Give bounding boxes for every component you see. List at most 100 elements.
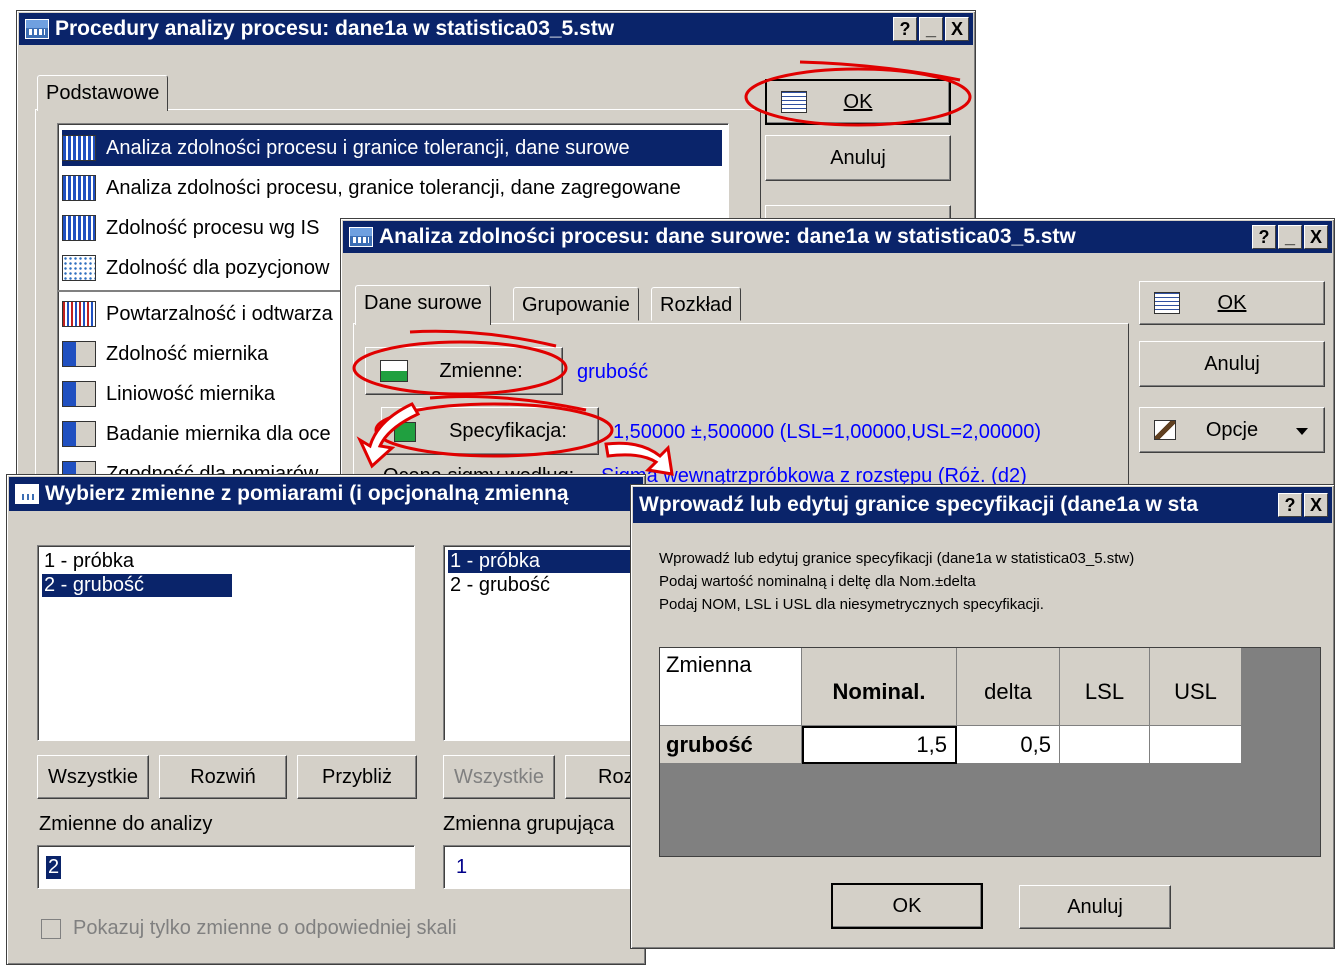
measurements-list[interactable]: 1 - próbka 2 - grubość [37, 545, 415, 741]
checkbox-label: Pokazuj tylko zmienne o odpowiedniej ska… [73, 917, 457, 939]
list-item[interactable]: 1 - próbka [448, 550, 645, 573]
procedures-titlebar[interactable]: Procedury analizy procesu: dane1a w stat… [19, 13, 973, 45]
raw-analysis-title: Analiza zdolności procesu: dane surowe: … [379, 225, 1076, 248]
grouping-variable-input[interactable]: 1 [443, 845, 645, 889]
list-item-label: Zdolność procesu wg IS [106, 216, 320, 239]
gauge-icon [62, 421, 96, 447]
specification-button-label: Specyfikacja: [449, 419, 567, 442]
nominal-input[interactable]: 1,5 [802, 726, 957, 764]
raw-ok-button[interactable]: OK [1139, 281, 1325, 325]
options-label: Opcje [1205, 418, 1259, 441]
lsl-input[interactable] [1060, 726, 1150, 764]
variables-button-label: Zmienne: [439, 359, 523, 382]
grouping-variable-value: 1 [456, 856, 468, 878]
tab-dane-surowe[interactable]: Dane surowe [355, 285, 491, 325]
list-item[interactable]: 2 - grubość [448, 574, 552, 597]
select-variables-titlebar[interactable]: Wybierz zmienne z pomiarami (i opcjonaln… [9, 477, 643, 511]
info-line-1: Wprowadź lub edytuj granice specyfikacji… [659, 550, 1135, 567]
specification-icon [394, 422, 416, 442]
select-variables-title: Wybierz zmienne z pomiarami (i opcjonaln… [45, 482, 569, 505]
header-nominal: Nominal. [802, 648, 957, 726]
procedures-ok-button[interactable]: OK [765, 79, 951, 125]
hammer-icon [1154, 420, 1176, 440]
ok-label: OK [843, 90, 873, 113]
list-item-label: Analiza zdolności procesu, granice toler… [106, 176, 681, 199]
variables-icon [380, 360, 408, 382]
select-variables-window: Wybierz zmienne z pomiarami (i opcjonaln… [6, 474, 646, 965]
list-item-label: Powtarzalność i odtwarza [106, 302, 333, 325]
list-item-label: Badanie miernika dla oce [106, 422, 331, 445]
histogram-icon [62, 215, 96, 241]
app-icon [349, 227, 373, 247]
ok-label: OK [1217, 291, 1247, 314]
gauge-icon [62, 381, 96, 407]
chevron-down-icon [1296, 428, 1308, 435]
tab-rozklad[interactable]: Rozkład [651, 287, 742, 321]
ok-icon [1154, 292, 1180, 314]
tab-podstawowe[interactable]: Podstawowe [37, 75, 169, 111]
procedures-cancel-button[interactable]: Anuluj [765, 135, 951, 181]
close-button[interactable]: X [1304, 493, 1328, 517]
list-item-label: Zdolność dla pozycjonow [106, 256, 330, 279]
header-variable: Zmienna [660, 648, 802, 726]
spec-limits-title: Wprowadź lub edytuj granice specyfikacji… [639, 493, 1198, 516]
header-lsl: LSL [1060, 648, 1150, 726]
list-item[interactable]: Analiza zdolności procesu i granice tole… [62, 130, 722, 166]
histogram-icon [62, 175, 96, 201]
specification-button[interactable]: Specyfikacja: [381, 407, 599, 455]
list-item-label: Analiza zdolności procesu i granice tole… [106, 136, 630, 159]
spec-grid: Zmienna Nominal. delta LSL USL grubość 1… [659, 647, 1321, 857]
zoom-button[interactable]: Przybliż [297, 755, 417, 799]
help-button[interactable]: ? [1252, 225, 1276, 249]
select-all-button[interactable]: Wszystkie [37, 755, 149, 799]
grouping-list[interactable]: 1 - próbka 2 - grubość [443, 545, 645, 741]
minimize-button[interactable]: _ [919, 17, 943, 41]
analysis-variables-value: 2 [46, 856, 62, 879]
ok-icon [781, 91, 807, 113]
raw-cancel-button[interactable]: Anuluj [1139, 341, 1325, 387]
expand-button[interactable]: Rozwiń [159, 755, 287, 799]
select-all-button-2: Wszystkie [443, 755, 555, 799]
help-button[interactable]: ? [893, 17, 917, 41]
spec-cancel-button[interactable]: Anuluj [1019, 885, 1171, 929]
specification-value[interactable]: 1,50000 ±,500000 (LSL=1,00000,USL=2,0000… [613, 421, 1041, 444]
sigma-value[interactable]: Sigma wewnątrzpróbkowa z rozstępu (Róż. … [601, 465, 1027, 485]
list-item[interactable]: 2 - grubość [42, 574, 232, 597]
app-icon [15, 484, 39, 504]
header-usl: USL [1150, 648, 1242, 726]
raw-analysis-window: Analiza zdolności procesu: dane surowe: … [340, 218, 1335, 486]
spec-limits-titlebar[interactable]: Wprowadź lub edytuj granice specyfikacji… [633, 487, 1332, 523]
list-item-label: Liniowość miernika [106, 382, 275, 405]
checkbox[interactable] [41, 919, 61, 939]
options-button[interactable]: Opcje [1139, 407, 1325, 453]
tab-grupowanie[interactable]: Grupowanie [513, 287, 639, 321]
histogram-icon [62, 135, 96, 161]
analysis-variables-input[interactable]: 2 [37, 845, 415, 889]
list-item-label: Zdolność miernika [106, 342, 269, 365]
spec-info-text: Wprowadź lub edytuj granice specyfikacji… [659, 547, 1134, 616]
help-button[interactable]: ? [1278, 493, 1302, 517]
minimize-button[interactable]: _ [1278, 225, 1302, 249]
gauge-icon [62, 341, 96, 367]
grouping-variable-label: Zmienna grupująca [443, 813, 615, 835]
close-button[interactable]: X [1304, 225, 1328, 249]
analysis-variables-label: Zmienne do analizy [39, 813, 213, 835]
procedures-title: Procedury analizy procesu: dane1a w stat… [55, 17, 615, 40]
list-item[interactable]: Analiza zdolności procesu, granice toler… [62, 170, 724, 206]
info-line-2: Podaj wartość nominalną i deltę dla Nom.… [659, 573, 976, 590]
spec-limits-window: Wprowadź lub edytuj granice specyfikacji… [630, 484, 1335, 949]
raw-analysis-titlebar[interactable]: Analiza zdolności procesu: dane surowe: … [343, 221, 1332, 253]
bars-icon [62, 301, 96, 327]
variables-value[interactable]: grubość [577, 361, 648, 384]
usl-input[interactable] [1150, 726, 1242, 764]
row-variable-name: grubość [660, 726, 802, 764]
scatter-icon [62, 255, 96, 281]
delta-input[interactable]: 0,5 [957, 726, 1060, 764]
close-button[interactable]: X [945, 17, 969, 41]
variables-button[interactable]: Zmienne: [365, 347, 563, 395]
app-icon [25, 19, 49, 39]
header-delta: delta [957, 648, 1060, 726]
spec-ok-button[interactable]: OK [831, 883, 983, 929]
info-line-3: Podaj NOM, LSL i USL dla niesymetrycznyc… [659, 596, 1044, 613]
list-item[interactable]: 1 - próbka [42, 550, 136, 573]
